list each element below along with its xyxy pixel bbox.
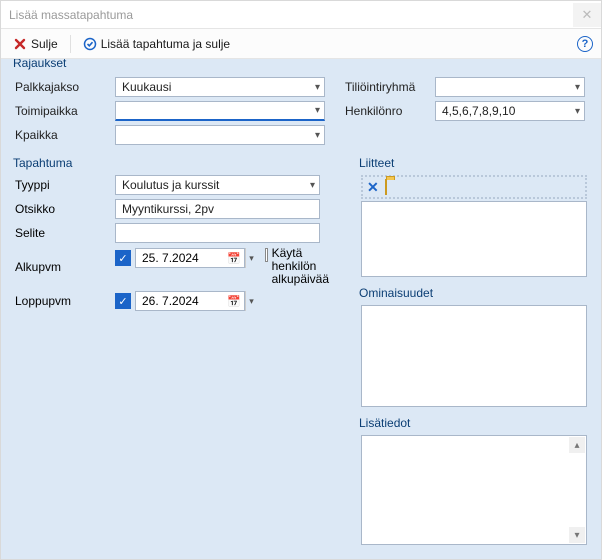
label-otsikko: Otsikko <box>15 202 115 216</box>
confirm-icon <box>83 37 97 51</box>
chevron-down-icon: ▾ <box>575 106 580 117</box>
lisatiedot-text[interactable]: ▴ ▾ <box>361 435 587 545</box>
remove-attachment-button[interactable]: ✕ <box>367 179 379 196</box>
close-button[interactable]: Sulje <box>9 35 62 53</box>
chevron-down-icon: ▾ <box>310 180 315 191</box>
group-liitteet: Liitteet ✕ <box>355 163 593 283</box>
date-split-alkupvm[interactable]: ▾ <box>245 248 257 268</box>
group-tapahtuma: Tapahtuma Tyyppi Koulutus ja kurssit ▾ O… <box>9 163 339 318</box>
chevron-down-icon: ▾ <box>315 105 320 116</box>
select-tiliointi[interactable]: ▾ <box>435 77 585 97</box>
chevron-down-icon: ▾ <box>575 82 580 93</box>
label-tiliointi: Tiliöintiryhmä <box>345 80 435 94</box>
close-icon: ✕ <box>582 7 593 23</box>
attachments-list[interactable] <box>361 201 587 277</box>
value-henkilonro: 4,5,6,7,8,9,10 <box>442 104 515 118</box>
group-rajaukset-legend: Rajaukset <box>13 59 66 70</box>
window-title: Lisää massatapahtuma <box>9 8 133 22</box>
folder-icon <box>385 179 387 195</box>
check-icon: ✓ <box>118 295 127 308</box>
scroll-down-button[interactable]: ▾ <box>569 527 585 543</box>
label-alkupvm: Alkupvm <box>15 260 115 274</box>
group-rajaukset: Rajaukset Palkkajakso Kuukausi ▾ Tiliöin… <box>9 63 593 153</box>
input-selite[interactable] <box>115 223 320 243</box>
window: Lisää massatapahtuma ✕ Sulje Lisää tapah… <box>0 0 602 560</box>
label-tyyppi: Tyyppi <box>15 178 115 192</box>
value-otsikko: Myyntikurssi, 2pv <box>122 202 214 216</box>
checkbox-empty-icon <box>265 248 268 262</box>
group-liitteet-legend: Liitteet <box>359 156 394 170</box>
date-split-loppupvm[interactable]: ▾ <box>245 291 257 311</box>
content-area: Rajaukset Palkkajakso Kuukausi ▾ Tiliöin… <box>1 59 601 559</box>
label-use-person-start: Käytä henkilön alkupäivää <box>272 247 329 286</box>
checkbox-loppupvm[interactable]: ✓ <box>115 293 131 309</box>
scroll-up-button[interactable]: ▴ <box>569 437 585 453</box>
value-loppupvm: 26. 7.2024 <box>142 294 199 308</box>
group-ominaisuudet: Ominaisuudet <box>355 293 593 413</box>
date-alkupvm[interactable]: 25. 7.2024 📅 <box>135 248 245 268</box>
group-lisatiedot-legend: Lisätiedot <box>359 416 410 430</box>
help-button[interactable]: ? <box>577 36 593 52</box>
window-close-button[interactable]: ✕ <box>573 3 601 27</box>
group-tapahtuma-legend: Tapahtuma <box>13 156 72 170</box>
help-icon: ? <box>582 38 589 50</box>
checkbox-alkupvm[interactable]: ✓ <box>115 250 131 266</box>
value-tyyppi: Koulutus ja kurssit <box>122 178 219 192</box>
label-palkkajakso: Palkkajakso <box>15 80 115 94</box>
titlebar: Lisää massatapahtuma ✕ <box>1 1 601 29</box>
label-kpaikka: Kpaikka <box>15 128 115 142</box>
label-loppupvm: Loppupvm <box>15 294 115 308</box>
toolbar: Sulje Lisää tapahtuma ja sulje ? <box>1 29 601 59</box>
open-folder-button[interactable] <box>385 180 387 194</box>
value-alkupvm: 25. 7.2024 <box>142 251 199 265</box>
checkbox-use-person-start[interactable]: Käytä henkilön alkupäivää <box>265 247 329 286</box>
calendar-icon: 📅 <box>226 293 242 309</box>
label-henkilonro: Henkilönro <box>345 104 435 118</box>
group-lisatiedot: Lisätiedot ▴ ▾ <box>355 423 593 551</box>
add-close-label: Lisää tapahtuma ja sulje <box>101 37 230 51</box>
combo-henkilonro[interactable]: 4,5,6,7,8,9,10 ▾ <box>435 101 585 121</box>
calendar-icon: 📅 <box>226 250 242 266</box>
group-ominaisuudet-legend: Ominaisuudet <box>359 286 433 300</box>
check-icon: ✓ <box>118 252 127 265</box>
value-palkkajakso: Kuukausi <box>122 80 171 94</box>
lower-row: Tapahtuma Tyyppi Koulutus ja kurssit ▾ O… <box>9 163 593 551</box>
add-and-close-button[interactable]: Lisää tapahtuma ja sulje <box>79 35 234 53</box>
select-palkkajakso[interactable]: Kuukausi ▾ <box>115 77 325 97</box>
chevron-down-icon: ▾ <box>315 82 320 93</box>
cancel-icon <box>13 37 27 51</box>
close-label: Sulje <box>31 37 58 51</box>
chevron-down-icon: ▾ <box>315 130 320 141</box>
input-otsikko[interactable]: Myyntikurssi, 2pv <box>115 199 320 219</box>
label-toimipaikka: Toimipaikka <box>15 104 115 118</box>
toolbar-separator <box>70 35 71 53</box>
attach-toolbar: ✕ <box>361 175 587 199</box>
select-kpaikka[interactable]: ▾ <box>115 125 325 145</box>
select-toimipaikka[interactable]: ▾ <box>115 101 325 121</box>
label-selite: Selite <box>15 226 115 240</box>
select-tyyppi[interactable]: Koulutus ja kurssit ▾ <box>115 175 320 195</box>
ominaisuudet-list[interactable] <box>361 305 587 407</box>
date-loppupvm[interactable]: 26. 7.2024 📅 <box>135 291 245 311</box>
